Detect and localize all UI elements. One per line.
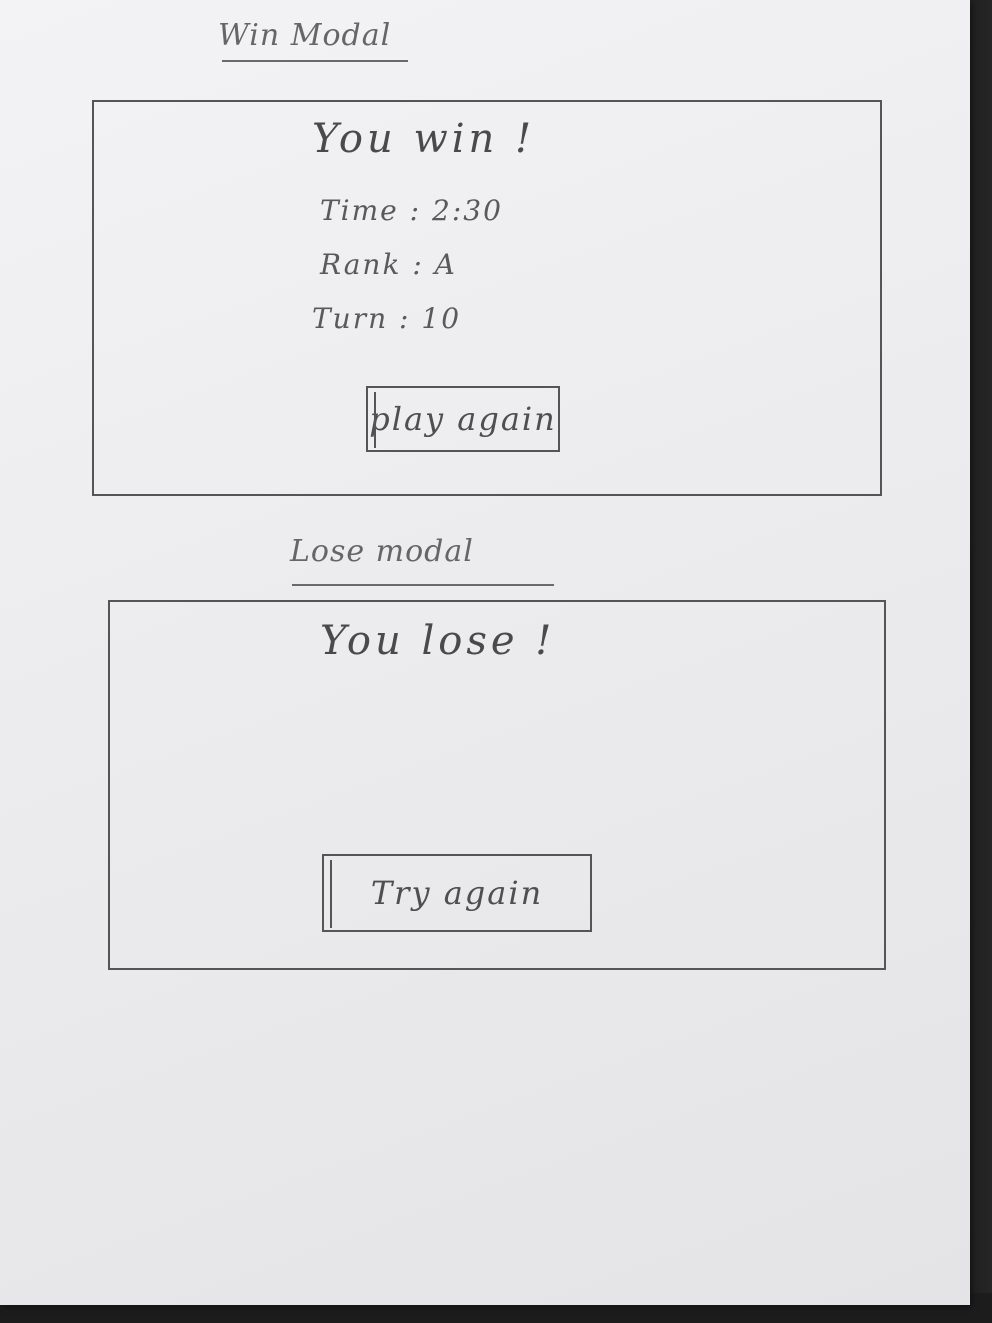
stat-separator: : — [388, 302, 422, 335]
stat-rank: Rank : A — [320, 248, 457, 281]
lose-modal: You lose ! Try again — [108, 600, 886, 970]
stat-turn-value: 10 — [421, 302, 462, 335]
stat-rank-value: A — [434, 248, 457, 281]
win-title-underline — [222, 60, 408, 62]
win-modal: You win ! Time : 2:30 Rank : A Turn : 10… — [92, 100, 882, 496]
stat-separator: : — [401, 248, 435, 281]
lose-title-underline — [292, 584, 554, 586]
lose-modal-section-title: Lose modal — [290, 534, 474, 569]
stat-time: Time : 2:30 — [320, 194, 503, 227]
stat-separator: : — [398, 194, 432, 227]
try-again-button[interactable]: Try again — [322, 854, 592, 932]
stat-time-label: Time — [320, 194, 399, 227]
paper-sheet: Win Modal You win ! Time : 2:30 Rank : A… — [0, 0, 970, 1305]
stat-time-value: 2:30 — [432, 194, 503, 227]
lose-heading: You lose ! — [320, 618, 556, 664]
stat-rank-label: Rank — [320, 248, 402, 281]
play-again-button[interactable]: play again — [366, 386, 560, 452]
win-heading: You win ! — [312, 116, 536, 162]
win-modal-section-title: Win Modal — [218, 18, 392, 53]
stat-turn: Turn : 10 — [312, 302, 461, 335]
stat-turn-label: Turn — [312, 302, 389, 335]
